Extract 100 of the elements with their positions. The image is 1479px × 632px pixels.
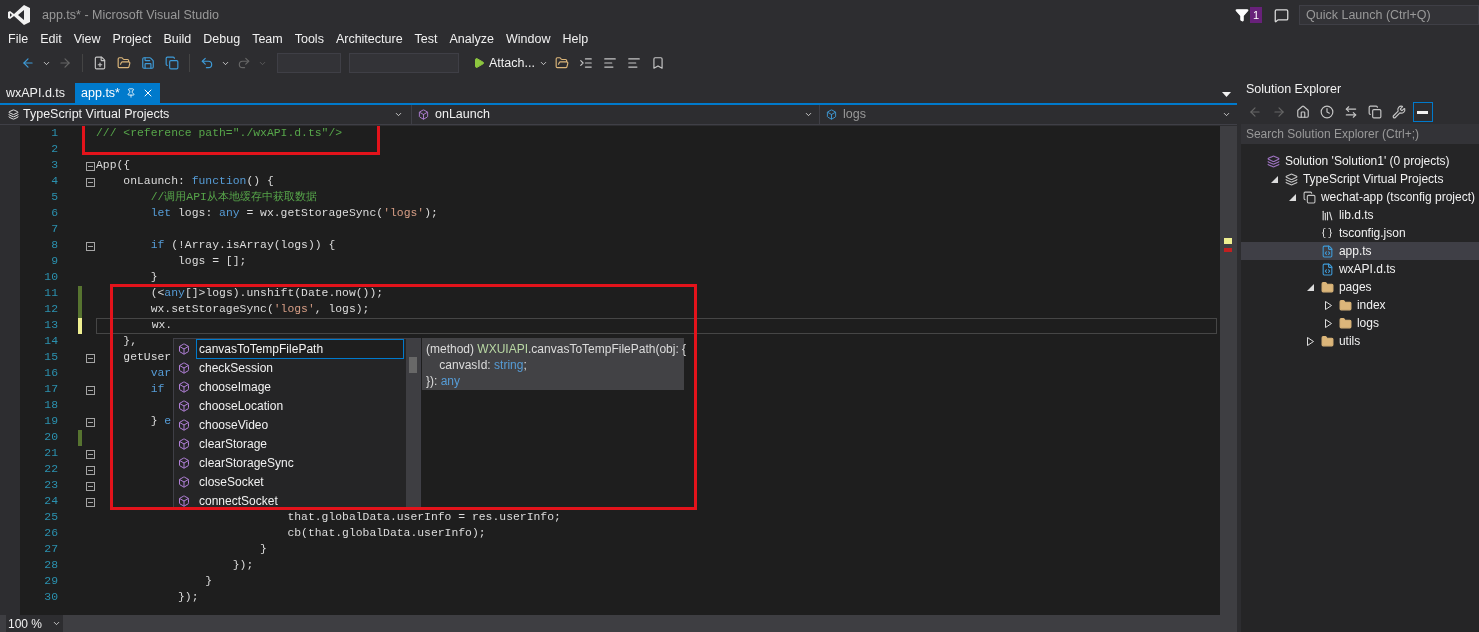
comment-icon [602, 56, 617, 70]
completion-item[interactable]: chooseLocation [174, 396, 406, 415]
code-text: that.globalData.userInfo = res.userInfo; [286, 510, 561, 526]
tree-item[interactable]: wechat-app (tsconfig project) [1240, 188, 1479, 206]
tree-item[interactable]: wxAPI.d.ts [1240, 260, 1479, 278]
list-scrollbar[interactable] [406, 339, 420, 508]
tree-item[interactable]: app.ts [1240, 242, 1479, 260]
completion-item[interactable]: connectSocket [174, 491, 406, 510]
preview-button[interactable] [1412, 102, 1433, 122]
project-dropdown[interactable]: TypeScript Virtual Projects [0, 105, 412, 124]
completion-label: checkSession [198, 359, 275, 377]
line-number: 27 [43, 542, 58, 558]
completion-label: chooseVideo [198, 416, 270, 434]
document-tab[interactable]: app.ts* [75, 83, 160, 103]
field-icon [826, 109, 837, 120]
tree-item[interactable]: logs [1240, 314, 1479, 332]
menu-item[interactable]: Analyze [443, 29, 500, 49]
line-number: 30 [43, 590, 58, 606]
fold-toggle[interactable] [86, 161, 95, 171]
completion-item[interactable]: chooseVideo [174, 415, 406, 434]
tree-item[interactable]: index [1240, 296, 1479, 314]
menu-item[interactable]: Build [157, 29, 198, 49]
menu-item[interactable]: Debug [197, 29, 247, 49]
tree-item-label: Solution 'Solution1' (0 projects) [1284, 153, 1450, 170]
menu-item[interactable]: Help [556, 29, 595, 49]
line-number: 16 [43, 366, 58, 382]
fold-toggle[interactable] [86, 177, 95, 187]
save-icon [141, 56, 155, 70]
back-icon [21, 56, 35, 70]
menu-item[interactable]: Test [408, 29, 444, 49]
properties-icon [1391, 105, 1406, 119]
menu-item[interactable]: Project [106, 29, 158, 49]
line-number: 12 [43, 302, 58, 318]
code-text: }); [231, 558, 254, 574]
tree-item[interactable]: lib.d.ts [1240, 206, 1479, 224]
expanded-arrow-icon[interactable] [1288, 193, 1296, 201]
fold-toggle[interactable] [86, 353, 95, 363]
expanded-arrow-icon[interactable] [1306, 283, 1314, 291]
menu-item[interactable]: View [67, 29, 107, 49]
search-field[interactable]: Search Solution Explorer (Ctrl+;) [1240, 124, 1479, 144]
vertical-scrollbar[interactable] [1219, 126, 1237, 615]
dropdown-value: TypeScript Virtual Projects [23, 106, 170, 124]
pin-icon[interactable] [125, 88, 136, 98]
line-number: 20 [43, 430, 58, 446]
tree-item-label: logs [1356, 315, 1379, 332]
symbol-dropdown[interactable]: logs [820, 105, 1237, 124]
code-text: onLaunch: [122, 174, 186, 190]
fold-toggle[interactable] [86, 465, 95, 475]
signature-text: ; [523, 357, 527, 372]
method-icon [178, 361, 190, 374]
menu-item[interactable]: Edit [34, 29, 68, 49]
fold-toggle[interactable] [86, 417, 95, 427]
fold-toggle[interactable] [86, 385, 95, 395]
member-dropdown[interactable]: onLaunch [412, 105, 820, 124]
completion-item[interactable]: clearStorageSync [174, 453, 406, 472]
menu-item[interactable]: File [2, 29, 35, 49]
tree-item[interactable]: TypeScript Virtual Projects [1240, 170, 1479, 188]
fold-toggle[interactable] [86, 497, 95, 507]
quick-launch-field[interactable]: Quick Launch (Ctrl+Q) [1299, 5, 1479, 25]
tree-item-label: tsconfig.json [1338, 225, 1406, 242]
completion-label: clearStorageSync [198, 454, 295, 472]
line-number: 29 [43, 574, 58, 590]
collapsed-arrow-icon[interactable] [1306, 336, 1314, 346]
line-number: 19 [43, 414, 58, 430]
menu-item[interactable]: Tools [288, 29, 330, 49]
tree-item[interactable]: Solution 'Solution1' (0 projects) [1240, 152, 1479, 170]
collapsed-arrow-icon[interactable] [1324, 318, 1332, 328]
completion-item[interactable]: checkSession [174, 358, 406, 377]
tree-item-label: app.ts [1338, 243, 1372, 260]
code-text: []>logs).unshift(Date.now()); [184, 286, 384, 302]
fold-toggle[interactable] [86, 241, 95, 251]
find-icon [554, 56, 569, 70]
tree-item-label: pages [1338, 279, 1372, 296]
completion-item[interactable]: closeSocket [174, 472, 406, 491]
completion-item[interactable]: chooseImage [174, 377, 406, 396]
completion-label: clearStorage [198, 435, 269, 453]
tree-item[interactable]: tsconfig.json [1240, 224, 1479, 242]
completion-item[interactable]: clearStorage [174, 434, 406, 453]
fold-toggle[interactable] [86, 449, 95, 459]
tab-list-icon[interactable] [1221, 92, 1231, 97]
completion-label: closeSocket [198, 473, 265, 491]
feedback-icon[interactable] [1274, 7, 1289, 23]
collapsed-arrow-icon[interactable] [1324, 300, 1332, 310]
signature-text: (method) [426, 341, 476, 356]
document-tab[interactable]: wxAPI.d.ts [0, 83, 72, 103]
tree-item[interactable]: utils [1240, 332, 1479, 350]
fold-toggle[interactable] [86, 481, 95, 491]
method-icon [178, 494, 190, 507]
menu-item[interactable]: Window [500, 29, 557, 49]
menu-item[interactable]: Architecture [329, 29, 409, 49]
method-icon [418, 109, 429, 120]
collapse-all-icon [1367, 105, 1382, 119]
menu-item[interactable]: Team [246, 29, 289, 49]
line-number: 21 [43, 446, 58, 462]
script-file-icon [1320, 262, 1334, 276]
tree-item[interactable]: pages [1240, 278, 1479, 296]
attach-button[interactable]: Attach... [473, 53, 535, 73]
expanded-arrow-icon[interactable] [1270, 175, 1278, 183]
notifications-icon[interactable] [1234, 8, 1249, 22]
completion-item[interactable]: canvasToTempFilePath [174, 339, 406, 358]
